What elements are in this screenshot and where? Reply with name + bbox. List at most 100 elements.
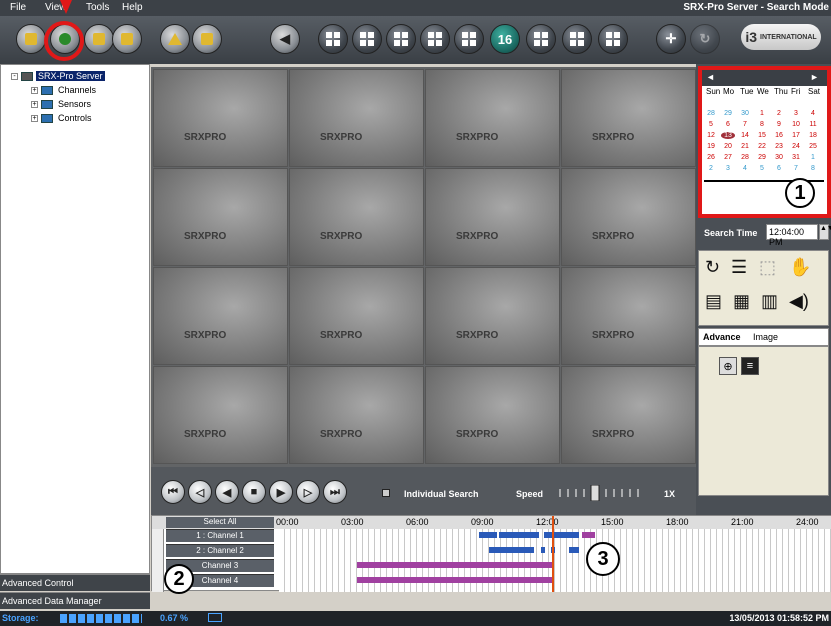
- print-icon[interactable]: ▤: [705, 291, 722, 312]
- live-mode-button[interactable]: [16, 24, 46, 54]
- search-time-input[interactable]: 12:04:00 PM: [766, 224, 818, 247]
- recording-segment[interactable]: [582, 532, 595, 538]
- calendar-day[interactable]: 28: [704, 110, 718, 117]
- calendar-day[interactable]: 27: [721, 154, 735, 161]
- calendar-day[interactable]: 3: [721, 165, 735, 172]
- last-frame-button[interactable]: ⏭: [323, 480, 347, 504]
- calendar-day[interactable]: 20: [721, 143, 735, 150]
- calendar-day[interactable]: 12: [704, 132, 718, 139]
- channel-label[interactable]: 1 : Channel 1: [166, 529, 274, 542]
- calendar-day[interactable]: 8: [806, 165, 820, 172]
- calendar-day[interactable]: 18: [806, 132, 820, 139]
- prev-month-icon[interactable]: ◄: [706, 72, 715, 82]
- zoom-in-button[interactable]: ⊕: [719, 357, 737, 375]
- search-time-spinner[interactable]: ▲▼: [819, 224, 831, 240]
- calendar-day[interactable]: 31: [789, 154, 803, 161]
- recording-segment[interactable]: [544, 532, 579, 538]
- tab-image[interactable]: Image: [753, 332, 778, 342]
- calendar-day[interactable]: 5: [755, 165, 769, 172]
- calendar-day[interactable]: 2: [772, 110, 786, 117]
- video-cell[interactable]: SRXPRO: [561, 366, 696, 464]
- advanced-control-tab[interactable]: Advanced Control: [0, 574, 150, 591]
- split-1-button[interactable]: [318, 24, 348, 54]
- calendar-day[interactable]: 21: [738, 143, 752, 150]
- calendar-day[interactable]: 7: [738, 121, 752, 128]
- reverse-play-button[interactable]: ◀: [215, 480, 239, 504]
- alarm-button[interactable]: [160, 24, 190, 54]
- video-cell[interactable]: SRXPRO: [425, 366, 560, 464]
- calendar-day[interactable]: 10: [789, 121, 803, 128]
- video-cell[interactable]: SRXPRO: [153, 366, 288, 464]
- recording-segment[interactable]: [569, 547, 579, 553]
- hand-icon[interactable]: ✋: [789, 257, 811, 278]
- menu-file[interactable]: File: [10, 2, 26, 13]
- ptz-button[interactable]: ✛: [656, 24, 686, 54]
- recording-segment[interactable]: [357, 577, 552, 583]
- tree-item-controls[interactable]: + Controls: [31, 113, 94, 123]
- audio-button[interactable]: ◀: [270, 24, 300, 54]
- calendar-day[interactable]: 6: [721, 121, 735, 128]
- calendar-day[interactable]: 30: [772, 154, 786, 161]
- layers-icon[interactable]: ☰: [731, 257, 747, 278]
- calendar-day[interactable]: 8: [755, 121, 769, 128]
- recording-segment[interactable]: [489, 547, 534, 553]
- timeline-scrollbar[interactable]: [152, 529, 164, 592]
- calendar-day[interactable]: 1: [755, 110, 769, 117]
- tree-item-channels[interactable]: + Channels: [31, 85, 98, 95]
- save-icon[interactable]: ▦: [733, 291, 750, 312]
- calendar-day[interactable]: 4: [738, 165, 752, 172]
- channel-label[interactable]: 2 : Channel 2: [166, 544, 274, 557]
- split-36-button[interactable]: [598, 24, 628, 54]
- video-cell[interactable]: SRXPRO: [561, 69, 696, 167]
- video-cell[interactable]: SRXPRO: [561, 267, 696, 365]
- calendar-day[interactable]: 29: [755, 154, 769, 161]
- split-8-button[interactable]: [420, 24, 450, 54]
- calendar-day[interactable]: 9: [772, 121, 786, 128]
- recording-segment[interactable]: [499, 532, 539, 538]
- calendar-day[interactable]: 22: [755, 143, 769, 150]
- tab-advance[interactable]: Advance: [703, 332, 741, 342]
- volume-icon[interactable]: ◀): [789, 291, 809, 312]
- split-4-button[interactable]: [352, 24, 382, 54]
- first-frame-button[interactable]: ⏮: [161, 480, 185, 504]
- calendar-day[interactable]: 11: [806, 121, 820, 128]
- step-back-button[interactable]: ◁: [188, 480, 212, 504]
- calendar-day[interactable]: 19: [704, 143, 718, 150]
- refresh-button[interactable]: ↻: [690, 24, 720, 54]
- calendar-day[interactable]: 13: [721, 132, 735, 139]
- next-month-icon[interactable]: ►: [810, 72, 819, 82]
- step-forward-button[interactable]: ▷: [296, 480, 320, 504]
- stop-button[interactable]: ■: [242, 480, 266, 504]
- calendar-day[interactable]: 28: [738, 154, 752, 161]
- zoom-select-icon[interactable]: ⬚: [759, 257, 776, 278]
- split-20-button[interactable]: [526, 24, 556, 54]
- calendar-day[interactable]: 2: [704, 165, 718, 172]
- book-icon[interactable]: ▥: [761, 291, 778, 312]
- calendar-day[interactable]: 4: [806, 110, 820, 117]
- enhance-button[interactable]: ≡: [741, 357, 759, 375]
- lock-button[interactable]: [112, 24, 142, 54]
- calendar-day[interactable]: 6: [772, 165, 786, 172]
- tree-root[interactable]: - SRX-Pro Server: [11, 71, 105, 81]
- calendar-day[interactable]: 29: [721, 110, 735, 117]
- video-cell[interactable]: SRXPRO: [561, 168, 696, 266]
- video-cell[interactable]: SRXPRO: [425, 168, 560, 266]
- split-6-button[interactable]: [386, 24, 416, 54]
- calendar-day[interactable]: 15: [755, 132, 769, 139]
- calendar-day[interactable]: 1: [806, 154, 820, 161]
- video-cell[interactable]: SRXPRO: [153, 267, 288, 365]
- split-16-button[interactable]: 16: [490, 24, 520, 54]
- calendar-day[interactable]: 5: [704, 121, 718, 128]
- calendar-day[interactable]: 23: [772, 143, 786, 150]
- tree-item-sensors[interactable]: + Sensors: [31, 99, 93, 109]
- calendar-day[interactable]: 14: [738, 132, 752, 139]
- video-cell[interactable]: SRXPRO: [425, 267, 560, 365]
- calendar-day[interactable]: 3: [789, 110, 803, 117]
- video-cell[interactable]: SRXPRO: [425, 69, 560, 167]
- calendar-day[interactable]: 7: [789, 165, 803, 172]
- calendar-day[interactable]: 17: [789, 132, 803, 139]
- video-cell[interactable]: SRXPRO: [289, 69, 424, 167]
- select-all-button[interactable]: Select All: [166, 517, 274, 528]
- speed-slider[interactable]: [556, 485, 646, 501]
- calendar-day[interactable]: 25: [806, 143, 820, 150]
